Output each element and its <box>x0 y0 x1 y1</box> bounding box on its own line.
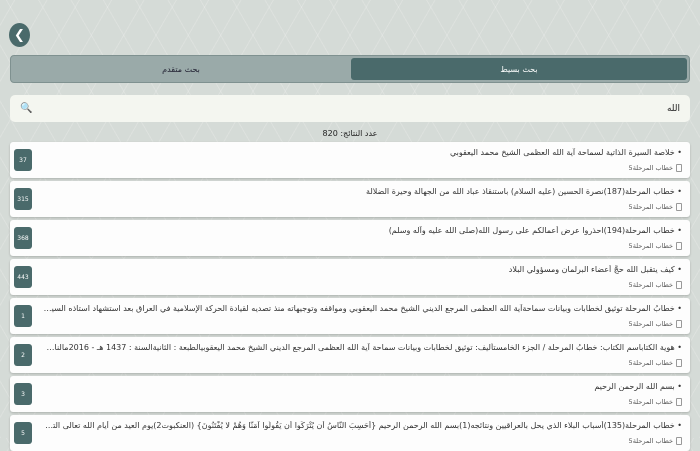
document-icon <box>676 398 682 406</box>
search-value: الله <box>666 103 680 114</box>
result-source: خطاب المرحلة5 <box>629 242 682 250</box>
source-label: خطاب المرحلة5 <box>628 398 673 406</box>
hit-count-badge: 368 <box>14 227 32 249</box>
hit-count-badge: 5 <box>14 422 32 444</box>
result-source: خطاب المرحلة5 <box>629 359 682 367</box>
source-label: خطاب المرحلة5 <box>628 242 673 250</box>
result-item[interactable]: 315 • خطاب المرحلة(187)نصرة الحسين (عليه… <box>10 181 690 217</box>
result-item[interactable]: 3 • بسم الله الرحمن الرحيم خطاب المرحلة5 <box>10 376 690 412</box>
result-title: • خطاب المرحلة(135)أسباب البلاء الذي يحل… <box>42 421 682 430</box>
result-source: خطاب المرحلة5 <box>629 398 682 406</box>
source-label: خطاب المرحلة5 <box>628 281 673 289</box>
back-button[interactable]: ❮ <box>9 23 30 47</box>
result-source: خطاب المرحلة5 <box>629 437 682 445</box>
source-label: خطاب المرحلة5 <box>628 203 673 211</box>
hit-count-badge: 443 <box>14 266 32 288</box>
hit-count-badge: 1 <box>14 305 32 327</box>
document-icon <box>676 320 682 328</box>
document-icon <box>676 437 682 445</box>
document-icon <box>676 359 682 367</box>
results-count: عدد النتائج: 820 <box>322 129 378 138</box>
tab-advanced-search[interactable]: بحث متقدم <box>13 58 349 80</box>
result-title: • بسم الله الرحمن الرحيم <box>594 382 682 391</box>
result-title: • خطاب المرحلة(187)نصرة الحسين (عليه الس… <box>366 187 682 196</box>
result-item[interactable]: 37 • خلاصة السيرة الذاتية لسماحة آية الل… <box>10 142 690 178</box>
result-item[interactable]: 443 • كيف يتقبل الله حجَّ أعضاء البرلمان… <box>10 259 690 295</box>
document-icon <box>676 203 682 211</box>
search-input[interactable]: الله 🔍 <box>10 95 690 122</box>
source-label: خطاب المرحلة5 <box>628 359 673 367</box>
hit-count-badge: 2 <box>14 344 32 366</box>
result-source: خطاب المرحلة5 <box>629 320 682 328</box>
source-label: خطاب المرحلة5 <box>628 320 673 328</box>
document-icon <box>676 164 682 172</box>
hit-count-badge: 37 <box>14 149 32 171</box>
document-icon <box>676 242 682 250</box>
result-title: • خلاصة السيرة الذاتية لسماحة آية الله ا… <box>449 148 682 157</box>
result-title: • خطاب المرحلة(194)احذروا عرض أعمالكم عل… <box>388 226 682 235</box>
result-source: خطاب المرحلة5 <box>629 203 682 211</box>
document-icon <box>676 281 682 289</box>
source-label: خطاب المرحلة5 <box>628 437 673 445</box>
hit-count-badge: 3 <box>14 383 32 405</box>
tab-simple-search[interactable]: بحث بسيط <box>351 58 687 80</box>
search-icon[interactable]: 🔍 <box>20 103 32 114</box>
result-item[interactable]: 2 • هوية الكتاباسم الكتاب: خطابُ المرحلة… <box>10 337 690 373</box>
result-title: • كيف يتقبل الله حجَّ أعضاء البرلمان ومس… <box>508 265 682 274</box>
hit-count-badge: 315 <box>14 188 32 210</box>
chevron-left-icon: ❮ <box>14 27 25 43</box>
result-item[interactable]: 368 • خطاب المرحلة(194)احذروا عرض أعمالك… <box>10 220 690 256</box>
result-title: • هوية الكتاباسم الكتاب: خطابُ المرحلة /… <box>42 343 682 352</box>
result-item[interactable]: 5 • خطاب المرحلة(135)أسباب البلاء الذي ي… <box>10 415 690 451</box>
result-source: خطاب المرحلة5 <box>629 281 682 289</box>
result-item[interactable]: 1 • خطابُ المرحلة توثيق لخطابات وبيانات … <box>10 298 690 334</box>
result-source: خطاب المرحلة5 <box>629 164 682 172</box>
source-label: خطاب المرحلة5 <box>628 164 673 172</box>
result-title: • خطابُ المرحلة توثيق لخطابات وبيانات سم… <box>42 304 682 313</box>
search-mode-tabs: بحث بسيط بحث متقدم <box>10 55 690 83</box>
